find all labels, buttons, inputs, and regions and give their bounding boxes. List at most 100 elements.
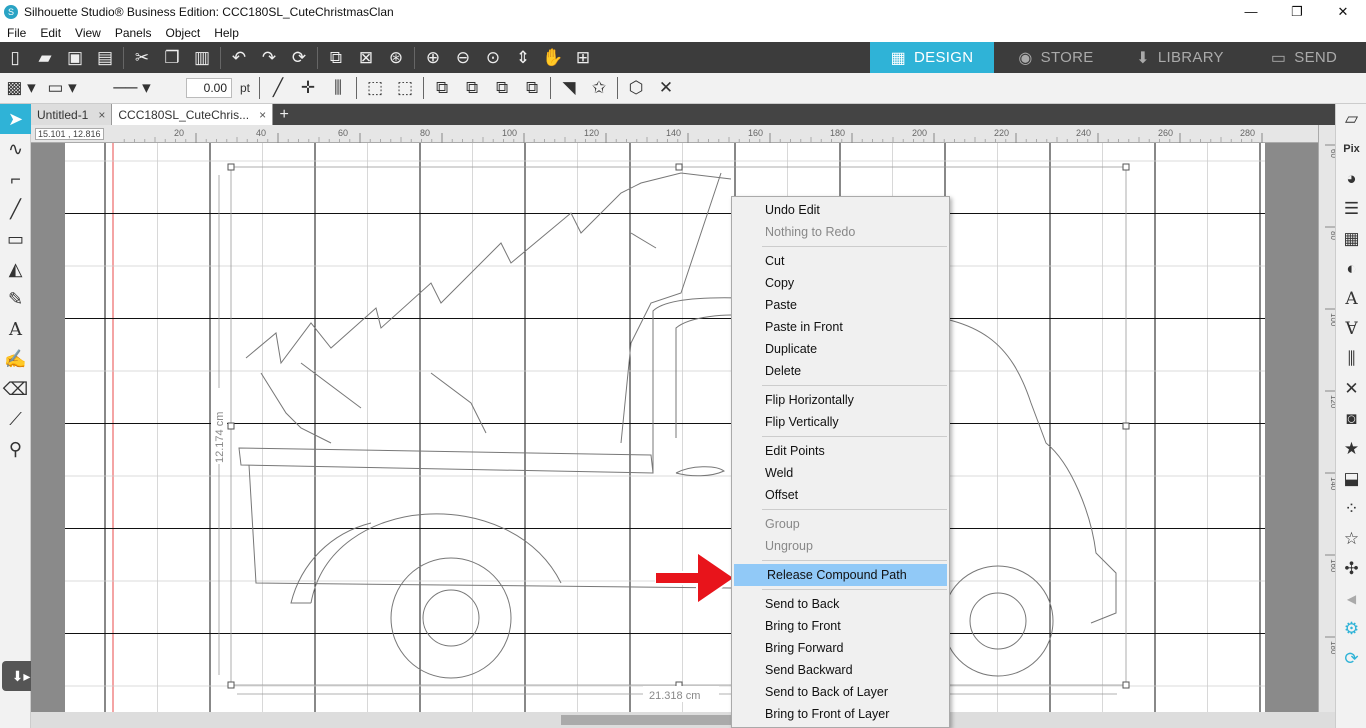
zoom-out-icon[interactable]: ⊖ — [448, 43, 478, 73]
pencil-icon[interactable]: ✎ — [0, 284, 31, 314]
menu-object[interactable]: Object — [159, 26, 208, 40]
polygon-icon[interactable]: ◭ — [0, 254, 31, 284]
menu-item-send-to-back-of-layer[interactable]: Send to Back of Layer — [732, 681, 949, 703]
close-icon[interactable]: ✕ — [651, 73, 681, 103]
page-setup-icon[interactable]: ▱ — [1336, 104, 1366, 134]
send-to-back-icon[interactable]: ⧉ — [457, 73, 487, 103]
line-width-input[interactable]: 0.00 — [186, 78, 232, 98]
menu-panels[interactable]: Panels — [108, 26, 159, 40]
transparency-icon[interactable]: ◐ — [1336, 254, 1366, 284]
select-all-icon[interactable]: ⧉ — [321, 43, 351, 73]
fill-shape-icon[interactable]: ◥ — [554, 73, 584, 103]
palette-icon[interactable]: ◕ — [1336, 164, 1366, 194]
menu-item-cut[interactable]: Cut — [732, 250, 949, 272]
print-icon[interactable]: ▤ — [90, 43, 120, 73]
mode-send[interactable]: ▭ SEND — [1242, 42, 1366, 73]
new-file-icon[interactable]: ▯ — [0, 43, 30, 73]
pan-hand-icon[interactable]: ✋ — [538, 43, 568, 73]
menu-item-undo-edit[interactable]: Undo Edit — [732, 199, 949, 221]
horizontal-scrollbar[interactable] — [31, 712, 1335, 728]
minimize-button[interactable]: — — [1228, 0, 1274, 23]
nesting-icon[interactable]: ✣ — [1336, 554, 1366, 584]
line-type-dropdown[interactable]: ── ▾ — [82, 73, 182, 103]
menu-item-copy[interactable]: Copy — [732, 272, 949, 294]
fit-page-icon[interactable]: ⊞ — [568, 43, 598, 73]
align-icon[interactable]: ⫼ — [323, 73, 353, 103]
3d-box-icon[interactable]: ⬡ — [621, 73, 651, 103]
move-icon[interactable]: ✛ — [293, 73, 323, 103]
point-edit-icon[interactable]: ∿ — [0, 134, 31, 164]
design-canvas[interactable]: 12.174 cm 21.318 cm — [31, 143, 1318, 712]
mode-store[interactable]: ◉ STORE — [994, 42, 1118, 73]
group-icon[interactable]: ⬚ — [360, 73, 390, 103]
mode-design[interactable]: ▦ DESIGN — [870, 42, 994, 73]
menu-file[interactable]: File — [0, 26, 33, 40]
collapse-panel-icon[interactable]: ◀ — [1336, 584, 1366, 614]
deselect-icon[interactable]: ⊠ — [351, 43, 381, 73]
align-panel-icon[interactable]: ⫼ — [1336, 344, 1366, 374]
menu-item-flip-vertically[interactable]: Flip Vertically — [732, 411, 949, 433]
zoom-select-icon[interactable]: ⊙ — [478, 43, 508, 73]
tab-close-icon[interactable]: × — [259, 108, 266, 122]
transform-icon[interactable]: ✕ — [1336, 374, 1366, 404]
menu-item-delete[interactable]: Delete — [732, 360, 949, 382]
menu-item-weld[interactable]: Weld — [732, 462, 949, 484]
menu-item-paste[interactable]: Paste — [732, 294, 949, 316]
menu-item-duplicate[interactable]: Duplicate — [732, 338, 949, 360]
star-icon[interactable]: ✩ — [584, 73, 614, 103]
line-style-panel-icon[interactable]: ☰ — [1336, 194, 1366, 224]
maximize-button[interactable]: ❐ — [1274, 0, 1320, 23]
knife-cut-icon[interactable]: ⟋ — [0, 404, 31, 434]
select-color-icon[interactable]: ⊛ — [381, 43, 411, 73]
menu-item-edit-points[interactable]: Edit Points — [732, 440, 949, 462]
menu-item-bring-forward[interactable]: Bring Forward — [732, 637, 949, 659]
fill-pattern-icon[interactable]: ▩ ▾ — [0, 73, 42, 103]
modify-icon[interactable]: ◙ — [1336, 404, 1366, 434]
sketch-icon[interactable]: ✍ — [0, 344, 31, 374]
knife-icon[interactable]: ⌐ — [0, 164, 31, 194]
move-down-icon[interactable]: ⇕ — [508, 43, 538, 73]
redo-icon[interactable]: ↷ — [254, 43, 284, 73]
tab-current-document[interactable]: CCC180SL_CuteChris... × — [112, 104, 274, 125]
rhinestone-icon[interactable]: ⁘ — [1336, 494, 1366, 524]
menu-item-bring-to-front-of-layer[interactable]: Bring to Front of Layer — [732, 703, 949, 725]
scrollbar-thumb[interactable] — [561, 715, 731, 725]
menu-view[interactable]: View — [68, 26, 108, 40]
text-style-icon[interactable]: A — [1336, 284, 1366, 314]
eyedropper-icon[interactable]: ⚲ — [0, 434, 31, 464]
zoom-in-icon[interactable]: ⊕ — [418, 43, 448, 73]
text-path-icon[interactable]: Ɐ — [1336, 314, 1366, 344]
save-icon[interactable]: ▣ — [60, 43, 90, 73]
menu-item-release-compound-path[interactable]: Release Compound Path — [734, 564, 947, 586]
paste-icon[interactable]: ▥ — [187, 43, 217, 73]
redraw-icon[interactable]: ⟳ — [284, 43, 314, 73]
menu-item-paste-in-front[interactable]: Paste in Front — [732, 316, 949, 338]
rectangle-icon[interactable]: ▭ — [0, 224, 31, 254]
line-style-icon[interactable]: ▭ ▾ — [42, 73, 82, 103]
menu-item-bring-to-front[interactable]: Bring to Front — [732, 615, 949, 637]
copy-icon[interactable]: ❐ — [157, 43, 187, 73]
tab-untitled[interactable]: Untitled-1 × — [31, 104, 113, 125]
bring-to-front-icon[interactable]: ⧉ — [427, 73, 457, 103]
text-icon[interactable]: A — [0, 314, 31, 344]
sketch-panel-icon[interactable]: ☆ — [1336, 524, 1366, 554]
send-backward-icon[interactable]: ⧉ — [517, 73, 547, 103]
fill-panel-icon[interactable]: ▦ — [1336, 224, 1366, 254]
mode-library[interactable]: ⬇ LIBRARY — [1118, 42, 1242, 73]
menu-help[interactable]: Help — [207, 26, 246, 40]
eraser-icon[interactable]: ⌫ — [0, 374, 31, 404]
undo-icon[interactable]: ↶ — [224, 43, 254, 73]
bring-forward-icon[interactable]: ⧉ — [487, 73, 517, 103]
line-tool-icon[interactable]: ╱ — [263, 73, 293, 103]
menu-edit[interactable]: Edit — [33, 26, 68, 40]
line-draw-icon[interactable]: ╱ — [0, 194, 31, 224]
menu-item-offset[interactable]: Offset — [732, 484, 949, 506]
trace-icon[interactable]: ⬓ — [1336, 464, 1366, 494]
new-tab-icon[interactable]: + — [273, 104, 295, 125]
tab-close-icon[interactable]: × — [98, 108, 105, 122]
menu-item-send-to-back[interactable]: Send to Back — [732, 593, 949, 615]
close-button[interactable]: ✕ — [1320, 0, 1366, 23]
menu-item-flip-horizontally[interactable]: Flip Horizontally — [732, 389, 949, 411]
cut-icon[interactable]: ✂ — [127, 43, 157, 73]
pixscan-icon[interactable]: Pix — [1336, 134, 1366, 164]
